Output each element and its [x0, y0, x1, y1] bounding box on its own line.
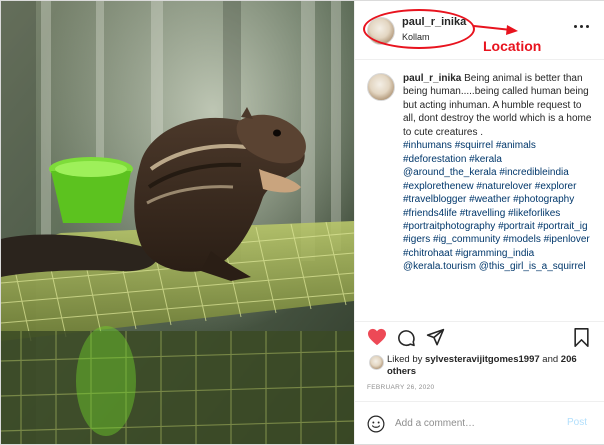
likes-and: and [539, 354, 561, 365]
post-header: paul_r_inika Kollam Location [355, 1, 604, 60]
caption-text: paul_r_inika Being animal is better than… [403, 72, 593, 274]
annotation-circle [363, 9, 475, 49]
comment-bubble-icon[interactable] [397, 328, 416, 347]
heart-filled-icon[interactable] [367, 328, 387, 346]
smiley-icon[interactable] [367, 415, 385, 433]
comment-input[interactable] [395, 412, 555, 434]
caption-avatar[interactable] [367, 73, 395, 101]
caption-username[interactable]: paul_r_inika [403, 73, 461, 84]
annotation-arrow-icon [473, 25, 518, 35]
post-photo[interactable] [1, 1, 354, 444]
liker-avatar[interactable] [369, 355, 384, 370]
caption-section: paul_r_inika Being animal is better than… [355, 59, 604, 322]
squirrel-photo-image [1, 1, 354, 444]
more-options-icon[interactable] [574, 22, 590, 32]
post-comment-button[interactable]: Post [567, 417, 587, 428]
likes-text: Liked by sylvesteravijitgomes1997 and 20… [387, 354, 592, 378]
paper-plane-icon[interactable] [426, 328, 445, 347]
caption-hashtags[interactable]: #inhumans #squirrel #animals #deforestat… [403, 140, 590, 272]
action-bar [355, 323, 604, 353]
liker-username[interactable]: sylvesteravijitgomes1997 [425, 354, 540, 365]
likes-prefix: Liked by [387, 354, 426, 365]
bookmark-icon[interactable] [573, 328, 590, 347]
post-side-panel: paul_r_inika Kollam Location paul_r_inik… [354, 1, 604, 444]
post-date[interactable]: FEBRUARY 26, 2020 [367, 384, 434, 391]
comment-bar: Post [355, 401, 604, 445]
annotation-label: Location [483, 38, 542, 54]
likes-row: Liked by sylvesteravijitgomes1997 and 20… [355, 353, 604, 379]
instagram-post-modal: paul_r_inika Kollam Location paul_r_inik… [0, 0, 604, 445]
